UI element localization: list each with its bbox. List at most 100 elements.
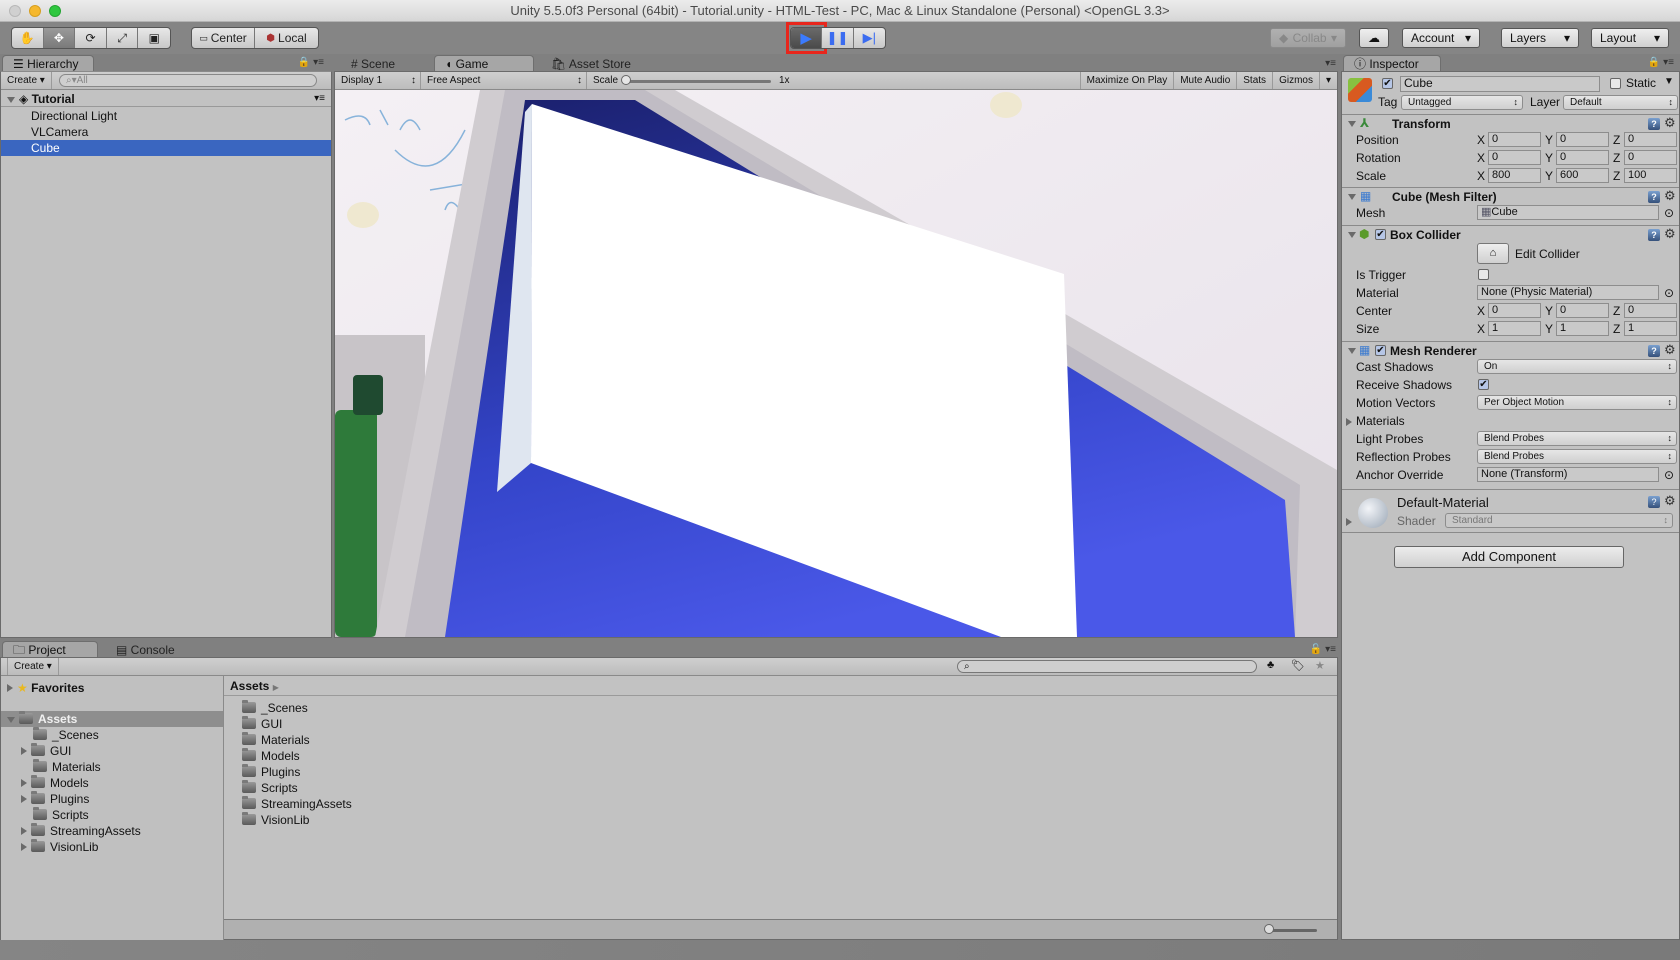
hierarchy-item[interactable]: VLCamera	[1, 124, 331, 140]
file-list-item[interactable]: GUI	[224, 716, 1337, 732]
center-y-field[interactable]: 0	[1556, 303, 1609, 318]
size-x-field[interactable]: 1	[1488, 321, 1541, 336]
gizmos-toggle[interactable]: Gizmos	[1273, 72, 1320, 89]
scale-slider-thumb[interactable]	[621, 75, 631, 85]
tab-inspector[interactable]: ⓘ Inspector	[1343, 55, 1441, 72]
play-button[interactable]: ▶	[791, 28, 823, 48]
pause-button[interactable]: ❚❚	[822, 28, 854, 48]
folder-tree-item[interactable]: GUI	[1, 743, 223, 759]
file-list-item[interactable]: Scripts	[224, 780, 1337, 796]
stats-toggle[interactable]: Stats	[1237, 72, 1274, 89]
position-z-field[interactable]: 0	[1624, 132, 1677, 147]
folder-tree-item[interactable]: Models	[1, 775, 223, 791]
move-tool-button[interactable]: ✥	[43, 28, 76, 48]
shader-dropdown[interactable]: Standard	[1445, 513, 1673, 528]
light-probes-dropdown[interactable]: Blend Probes	[1477, 431, 1677, 446]
physic-material-field[interactable]: None (Physic Material)	[1477, 285, 1659, 300]
expand-triangle-icon[interactable]	[1346, 518, 1352, 526]
active-checkbox[interactable]: ✔	[1382, 78, 1393, 89]
aspect-dropdown[interactable]: Free Aspect ↕	[421, 72, 587, 89]
hierarchy-item[interactable]: Directional Light	[1, 108, 331, 124]
create-dropdown[interactable]: Create ▾	[1, 72, 52, 89]
rotation-z-field[interactable]: 0	[1624, 150, 1677, 165]
folder-tree-item[interactable]: StreamingAssets	[1, 823, 223, 839]
step-button[interactable]: ▶|	[854, 28, 885, 48]
breadcrumb-assets[interactable]: Assets	[230, 679, 269, 693]
size-z-field[interactable]: 1	[1624, 321, 1677, 336]
folder-tree-item[interactable]: Materials	[1, 759, 223, 775]
add-component-button[interactable]: Add Component	[1394, 546, 1624, 568]
scale-z-field[interactable]: 100	[1624, 168, 1677, 183]
filter-by-type-icon[interactable]: ♣	[1267, 659, 1274, 671]
panel-lock-icon[interactable]: 🔒 ▾≡	[298, 57, 324, 68]
receive-shadows-checkbox[interactable]: ✔	[1478, 379, 1489, 390]
rect-tool-button[interactable]: ▣	[138, 28, 170, 48]
folder-tree-item[interactable]: Plugins	[1, 791, 223, 807]
cast-shadows-dropdown[interactable]: On	[1477, 359, 1677, 374]
gear-icon[interactable]: ⚙	[1664, 226, 1676, 242]
hierarchy-item-selected[interactable]: Cube	[1, 140, 331, 156]
mute-audio-toggle[interactable]: Mute Audio	[1174, 72, 1238, 89]
mesh-object-field[interactable]: ▦Cube	[1477, 205, 1659, 220]
assets-root-item[interactable]: Assets	[1, 711, 223, 727]
pivot-center-button[interactable]: ▭ Center	[192, 28, 256, 48]
panel-menu-icon[interactable]: ▾≡	[1325, 58, 1336, 69]
display-dropdown[interactable]: Display 1 ↕	[335, 72, 421, 89]
edit-collider-button[interactable]: ⌂	[1477, 243, 1509, 264]
help-book-icon[interactable]: ?	[1648, 229, 1660, 241]
scale-y-field[interactable]: 600	[1556, 168, 1609, 183]
minimize-window-button[interactable]	[29, 5, 41, 17]
help-book-icon[interactable]: ?	[1648, 345, 1660, 357]
gear-icon[interactable]: ⚙	[1664, 342, 1676, 358]
gear-icon[interactable]: ⚙	[1664, 115, 1676, 131]
file-list-item[interactable]: StreamingAssets	[224, 796, 1337, 812]
layers-dropdown[interactable]: Layers ▾	[1501, 28, 1579, 48]
gizmos-dropdown[interactable]: ▾	[1320, 72, 1337, 89]
position-x-field[interactable]: 0	[1488, 132, 1541, 147]
center-z-field[interactable]: 0	[1624, 303, 1677, 318]
icon-size-slider[interactable]	[1267, 929, 1317, 932]
help-book-icon[interactable]: ?	[1648, 191, 1660, 203]
icon-size-slider-thumb[interactable]	[1264, 924, 1274, 934]
zoom-window-button[interactable]	[49, 5, 61, 17]
box-collider-component-header[interactable]: ⬢ ✔ Box Collider ? ⚙	[1342, 225, 1679, 243]
mesh-renderer-component-header[interactable]: ▦ ✔ Mesh Renderer ? ⚙	[1342, 341, 1679, 359]
game-viewport[interactable]	[335, 90, 1337, 637]
hierarchy-search-input[interactable]: ⌕▾All	[59, 74, 317, 87]
folder-tree-item[interactable]: _Scenes	[1, 727, 223, 743]
file-list-item[interactable]: Models	[224, 748, 1337, 764]
file-list-item[interactable]: _Scenes	[224, 700, 1337, 716]
panel-lock-icon[interactable]: 🔓 ▾≡	[1310, 644, 1336, 655]
scene-menu-icon[interactable]: ▾≡	[314, 91, 325, 107]
scale-tool-button[interactable]: ⤢	[107, 28, 139, 48]
materials-row[interactable]: Materials	[1342, 413, 1679, 430]
layout-dropdown[interactable]: Layout ▾	[1591, 28, 1669, 48]
layer-dropdown[interactable]: Default	[1563, 95, 1678, 110]
center-x-field[interactable]: 0	[1488, 303, 1541, 318]
tab-asset-store[interactable]: 🛍 Asset Store	[540, 55, 650, 72]
box-collider-enabled-checkbox[interactable]: ✔	[1375, 229, 1386, 240]
gear-icon[interactable]: ⚙	[1664, 188, 1676, 204]
size-y-field[interactable]: 1	[1556, 321, 1609, 336]
transform-component-header[interactable]: ⅄ Transform ? ⚙	[1342, 114, 1679, 132]
panel-lock-icon[interactable]: 🔒 ▾≡	[1648, 57, 1674, 68]
file-list-item[interactable]: VisionLib	[224, 812, 1337, 828]
account-dropdown[interactable]: Account ▾	[1402, 28, 1480, 48]
rotation-y-field[interactable]: 0	[1556, 150, 1609, 165]
static-dropdown-icon[interactable]: ▼	[1664, 76, 1674, 87]
create-dropdown[interactable]: Create ▾	[7, 658, 59, 675]
project-search-input[interactable]: ⌕	[957, 660, 1257, 673]
pivot-local-button[interactable]: ⬢ Local	[255, 28, 318, 48]
help-book-icon[interactable]: ?	[1648, 496, 1660, 508]
anchor-override-field[interactable]: None (Transform)	[1477, 467, 1659, 482]
tab-game[interactable]: ◖ Game	[434, 55, 534, 72]
object-name-field[interactable]: Cube	[1400, 76, 1600, 92]
folder-tree-item[interactable]: Scripts	[1, 807, 223, 823]
mesh-renderer-enabled-checkbox[interactable]: ✔	[1375, 345, 1386, 356]
motion-vectors-dropdown[interactable]: Per Object Motion	[1477, 395, 1677, 410]
maximize-on-play-toggle[interactable]: Maximize On Play	[1079, 72, 1175, 89]
scale-x-field[interactable]: 800	[1488, 168, 1541, 183]
favorite-star-icon[interactable]: ★	[1315, 659, 1325, 672]
mesh-filter-component-header[interactable]: ▦ Cube (Mesh Filter) ? ⚙	[1342, 187, 1679, 205]
help-book-icon[interactable]: ?	[1648, 118, 1660, 130]
